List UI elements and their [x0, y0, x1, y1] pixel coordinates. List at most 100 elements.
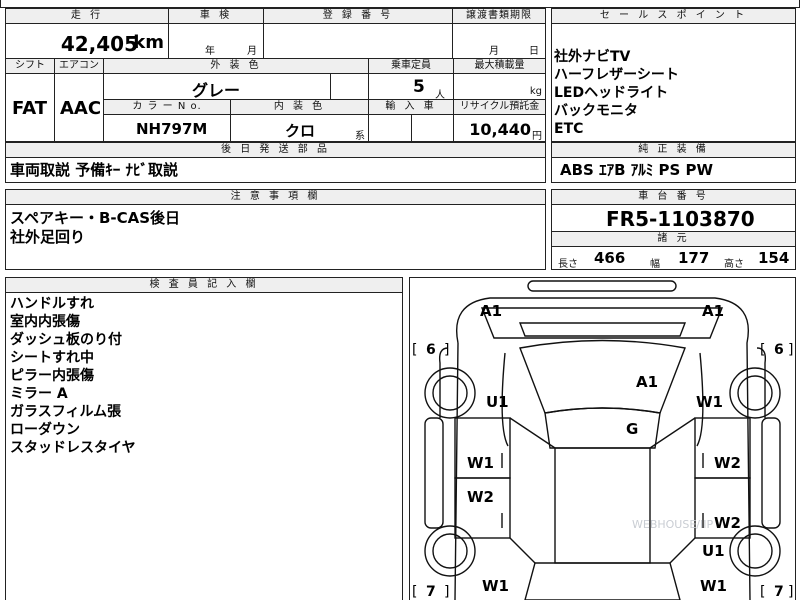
- color-no-cell: NH797M: [103, 114, 231, 142]
- inspection-month-unit: 月: [247, 46, 257, 57]
- shift-value: FAT: [12, 98, 48, 119]
- max-load-header: 最大積載量: [453, 58, 546, 74]
- dimensions-header: 諸 元: [551, 231, 796, 247]
- later-parts-header: 後 日 発 送 部 品: [5, 142, 546, 158]
- car-diagram: [ 6 ] [ 6 ] [ 7 ] [ 7 ] A1 A1 A1 U1 W1 G…: [412, 280, 793, 600]
- rear-window-shape: [524, 562, 681, 600]
- front-left-wheel-inner-shape: [432, 375, 468, 411]
- import-header: 輸 入 車: [368, 99, 454, 115]
- dimensions-cell: 長さ 466 幅 177 高さ 154: [551, 246, 796, 270]
- sales-point-item: LEDヘッドライト: [554, 85, 669, 101]
- exterior-color-cell: グレー: [103, 73, 331, 100]
- tire-rear-left-bracket-close: ]: [444, 584, 449, 600]
- cautions-header: 注 意 事 項 欄: [5, 189, 546, 205]
- chassis-value: FR5-1103870: [606, 207, 755, 231]
- sales-point-item: 社外ナビTV: [554, 49, 631, 65]
- inspector-note: ハンドルすれ: [10, 296, 94, 312]
- diagram-watermark: WEBHOUSE/IIP: [632, 518, 713, 531]
- rear-right-wheel-inner-shape: [737, 533, 773, 569]
- top-strip: [0, 0, 800, 8]
- inspector-note: スタッドレスタイヤ: [10, 440, 136, 456]
- mileage-header: 走 行: [5, 8, 169, 24]
- length-value: 466: [594, 249, 626, 267]
- mileage-unit: km: [133, 32, 164, 53]
- interior-color-suffix: 系: [355, 131, 365, 142]
- tire-front-left-bracket-close: ]: [444, 342, 449, 358]
- tire-front-right-bracket-close: ]: [788, 342, 793, 358]
- tire-front-left-value: 6: [426, 342, 436, 358]
- mark-w1-left-door: W1: [467, 454, 494, 472]
- max-load-cell: kg: [453, 73, 546, 100]
- car-diagram-box: [ 6 ] [ 6 ] [ 7 ] [ 7 ] A1 A1 A1 U1 W1 G…: [409, 277, 796, 600]
- later-parts-cell: 車両取説 予備ｷｰ ﾅﾋﾞ取説: [5, 157, 546, 183]
- inspector-note: ピラー内張傷: [10, 368, 94, 384]
- windshield-shape: [519, 339, 686, 414]
- tire-rear-left-bracket: [: [412, 584, 417, 600]
- registration-cell: [263, 23, 453, 59]
- tire-rear-right-bracket: [: [760, 584, 765, 600]
- recycle-header: リサイクル預託金: [453, 99, 546, 115]
- recycle-cell: 10,440 円: [453, 114, 546, 142]
- equipment-value: ABS ｴｱB ｱﾙﾐ PS PW: [560, 161, 714, 179]
- mark-g-glass: G: [626, 420, 638, 438]
- sales-points-list: 社外ナビTV ハーフレザーシート LEDヘッドライト バックモニタ ETC: [554, 48, 679, 138]
- recycle-unit: 円: [532, 131, 542, 142]
- roof-front-shape: [544, 407, 661, 449]
- exterior-color-header: 外 装 色: [103, 58, 369, 74]
- ac-cell: AAC: [54, 73, 104, 142]
- sales-points-box: 社外ナビTV ハーフレザーシート LEDヘッドライト バックモニタ ETC: [551, 23, 796, 142]
- import-cell-a: [368, 114, 412, 142]
- inspector-notes-box: ハンドルすれ 室内内張傷 ダッシュ板のり付 シートすれ中 ピラー内張傷 ミラー …: [5, 292, 403, 600]
- cautions-cell: スペアキー・B-CAS後日 社外足回り: [5, 204, 546, 270]
- equipment-header: 純 正 装 備: [551, 142, 796, 158]
- color-no-value: NH797M: [136, 120, 208, 138]
- mark-w2-right-door: W2: [714, 454, 741, 472]
- inspector-note: ミラー A: [10, 386, 68, 402]
- import-cell-b: [411, 114, 454, 142]
- chassis-header: 車 台 番 号: [551, 189, 796, 205]
- mark-u1-rear-right: U1: [702, 542, 725, 560]
- mark-w1-front-right: W1: [696, 393, 723, 411]
- transfer-month-unit: 月: [489, 46, 499, 57]
- right-sill-shape: [761, 417, 781, 529]
- max-load-unit: kg: [529, 86, 542, 97]
- later-parts-value: 車両取説 予備ｷｰ ﾅﾋﾞ取説: [10, 161, 178, 179]
- caution-line: スペアキー・B-CAS後日: [10, 209, 181, 227]
- tire-front-right-bracket: [: [760, 342, 765, 358]
- tire-front-right-value: 6: [774, 342, 784, 358]
- interior-color-value: クロ: [285, 122, 316, 140]
- mileage-cell: 42,405 km: [5, 23, 169, 59]
- ac-header: エアコン: [54, 58, 104, 74]
- width-label: 幅: [650, 259, 660, 270]
- inspector-note: シートすれ中: [10, 350, 94, 366]
- transfer-header: 譲渡書類期限: [452, 8, 546, 24]
- tire-rear-right-bracket-close: ]: [788, 584, 793, 600]
- inspection-year-unit: 年: [205, 46, 215, 57]
- mark-a1-hood: A1: [636, 373, 658, 391]
- length-label: 長さ: [558, 259, 578, 270]
- inspector-note: ダッシュ板のり付: [10, 332, 122, 348]
- mark-a1-front-right: A1: [702, 302, 724, 320]
- exterior-color-extra-cell: [330, 73, 369, 100]
- equipment-cell: ABS ｴｱB ｱﾙﾐ PS PW: [551, 157, 796, 183]
- sales-point-header: セ ー ル ス ポ イ ン ト: [551, 8, 796, 24]
- sales-point-item: バックモニタ: [554, 103, 638, 119]
- rear-left-wheel-inner-shape: [432, 533, 468, 569]
- shift-header: シフト: [5, 58, 55, 74]
- tire-rear-right-value: 7: [774, 584, 784, 600]
- capacity-value: 5: [413, 77, 425, 97]
- shift-cell: FAT: [5, 73, 55, 142]
- exterior-color-value: グレー: [192, 81, 241, 100]
- sales-point-item: ハーフレザーシート: [554, 67, 679, 83]
- height-label: 高さ: [724, 259, 744, 270]
- sales-point-item: ETC: [554, 121, 584, 137]
- mark-u1-front-left: U1: [486, 393, 509, 411]
- mark-w1-rear-left: W1: [482, 577, 509, 595]
- mark-w2-left-rear-door: W2: [467, 488, 494, 506]
- inspector-note: 室内内張傷: [10, 314, 80, 330]
- interior-color-cell: クロ 系: [230, 114, 369, 142]
- transfer-day-unit: 日: [529, 46, 539, 57]
- height-value: 154: [758, 249, 790, 267]
- front-bumper-shape: [527, 280, 677, 292]
- left-sill-shape: [424, 417, 444, 529]
